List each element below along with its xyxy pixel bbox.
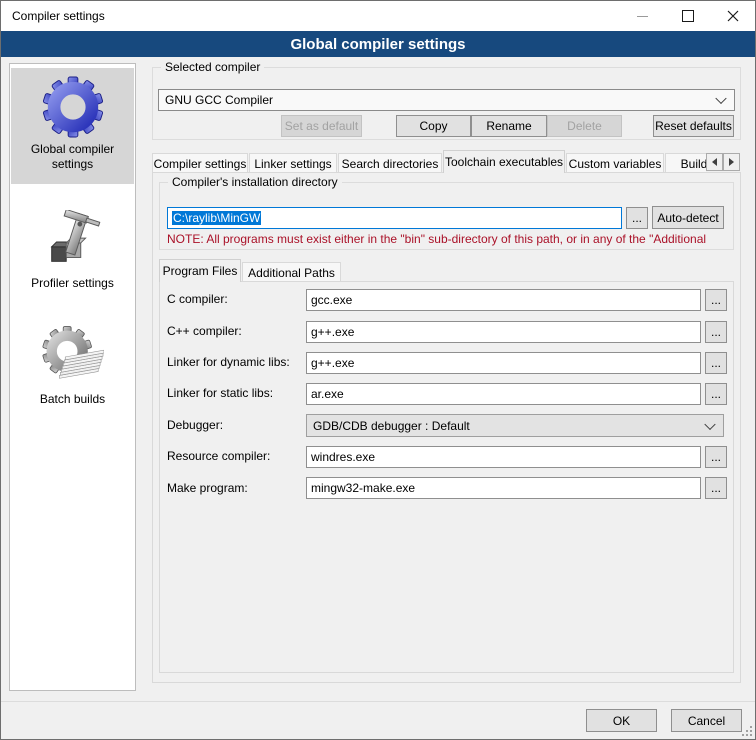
rename-button[interactable]: Rename — [471, 115, 547, 137]
install-dir-selected-text: C:\raylib\MinGW — [172, 211, 261, 225]
set-as-default-button[interactable]: Set as default — [281, 115, 362, 137]
static-linker-value: ar.exe — [311, 387, 344, 401]
sidebar-label-global: Global compiler settings — [11, 142, 134, 172]
sidebar-item-batch-builds[interactable]: Batch builds — [11, 318, 134, 428]
dynamic-linker-value: g++.exe — [311, 356, 354, 370]
c-compiler-browse-button[interactable]: ... — [705, 289, 727, 311]
tab-linker-settings[interactable]: Linker settings — [249, 153, 337, 173]
cpp-compiler-label: C++ compiler: — [167, 324, 242, 338]
selected-compiler-legend: Selected compiler — [161, 60, 264, 74]
make-program-input[interactable]: mingw32-make.exe — [306, 477, 701, 499]
tab-scroll-left-button[interactable] — [706, 153, 723, 171]
debugger-select[interactable]: GDB/CDB debugger : Default — [306, 414, 724, 437]
minimize-icon — [637, 16, 648, 17]
sidebar-item-global-compiler-settings[interactable]: Global compiler settings — [11, 68, 134, 184]
tab-program-files[interactable]: Program Files — [159, 259, 241, 282]
reset-defaults-button[interactable]: Reset defaults — [653, 115, 734, 137]
compiler-select-value: GNU GCC Compiler — [165, 93, 273, 107]
gray-gear-stack-icon — [11, 318, 134, 388]
static-linker-input[interactable]: ar.exe — [306, 383, 701, 405]
c-compiler-value: gcc.exe — [311, 293, 352, 307]
tab-build-options[interactable]: Build options — [665, 153, 706, 173]
install-dir-input[interactable]: C:\raylib\MinGW — [167, 207, 622, 229]
static-linker-browse-button[interactable]: ... — [705, 383, 727, 405]
make-program-label: Make program: — [167, 481, 248, 495]
minimize-button[interactable] — [620, 1, 665, 31]
copy-button[interactable]: Copy — [396, 115, 471, 137]
blue-gear-icon — [11, 68, 134, 138]
cpp-compiler-browse-button[interactable]: ... — [705, 321, 727, 343]
tab-additional-paths[interactable]: Additional Paths — [242, 262, 341, 282]
debugger-label: Debugger: — [167, 418, 223, 432]
tab-search-directories[interactable]: Search directories — [338, 153, 442, 173]
install-dir-browse-button[interactable]: ... — [626, 207, 648, 229]
compiler-settings-dialog: Compiler settings Global compiler settin… — [0, 0, 756, 740]
install-dir-legend: Compiler's installation directory — [168, 175, 342, 189]
arrow-right-icon — [729, 158, 734, 166]
dynamic-linker-browse-button[interactable]: ... — [705, 352, 727, 374]
c-compiler-label: C compiler: — [167, 292, 228, 306]
sidebar-label-batch: Batch builds — [11, 392, 134, 407]
auto-detect-button[interactable]: Auto-detect — [652, 206, 724, 229]
window-title: Compiler settings — [12, 9, 105, 23]
dynamic-linker-input[interactable]: g++.exe — [306, 352, 701, 374]
maximize-button[interactable] — [665, 1, 710, 31]
tab-compiler-settings[interactable]: Compiler settings — [152, 153, 248, 173]
delete-button[interactable]: Delete — [547, 115, 622, 137]
debugger-value: GDB/CDB debugger : Default — [313, 419, 470, 433]
resize-grip[interactable] — [742, 726, 752, 736]
program-tabstrip: Program Files Additional Paths — [159, 259, 559, 282]
ok-button[interactable]: OK — [586, 709, 657, 732]
footer-separator — [1, 701, 755, 702]
static-linker-label: Linker for static libs: — [167, 386, 273, 400]
caliper-icon — [11, 202, 134, 272]
main-tabstrip: Compiler settings Linker settings Search… — [152, 150, 706, 173]
resource-compiler-browse-button[interactable]: ... — [705, 446, 727, 468]
tab-toolchain-executables[interactable]: Toolchain executables — [443, 150, 565, 173]
compiler-select[interactable]: GNU GCC Compiler — [158, 89, 735, 111]
sidebar-label-profiler: Profiler settings — [11, 276, 134, 291]
maximize-icon — [682, 10, 694, 22]
cancel-button[interactable]: Cancel — [671, 709, 742, 732]
c-compiler-input[interactable]: gcc.exe — [306, 289, 701, 311]
resource-compiler-input[interactable]: windres.exe — [306, 446, 701, 468]
dialog-banner: Global compiler settings — [1, 31, 755, 57]
install-dir-note: NOTE: All programs must exist either in … — [167, 232, 734, 246]
title-bar[interactable]: Compiler settings — [1, 1, 755, 31]
arrow-left-icon — [712, 158, 717, 166]
chevron-down-icon — [715, 93, 726, 104]
make-program-browse-button[interactable]: ... — [705, 477, 727, 499]
cpp-compiler-value: g++.exe — [311, 325, 354, 339]
resource-compiler-label: Resource compiler: — [167, 449, 270, 463]
settings-sidebar: Global compiler settings — [9, 63, 136, 691]
cpp-compiler-input[interactable]: g++.exe — [306, 321, 701, 343]
tab-custom-variables[interactable]: Custom variables — [566, 153, 664, 173]
chevron-down-icon — [704, 418, 715, 429]
dynamic-linker-label: Linker for dynamic libs: — [167, 355, 290, 369]
sidebar-item-profiler-settings[interactable]: Profiler settings — [11, 202, 134, 312]
close-icon — [727, 10, 739, 22]
resource-compiler-value: windres.exe — [311, 450, 375, 464]
make-program-value: mingw32-make.exe — [311, 481, 415, 495]
close-button[interactable] — [710, 1, 755, 31]
tab-scroll-right-button[interactable] — [723, 153, 740, 171]
